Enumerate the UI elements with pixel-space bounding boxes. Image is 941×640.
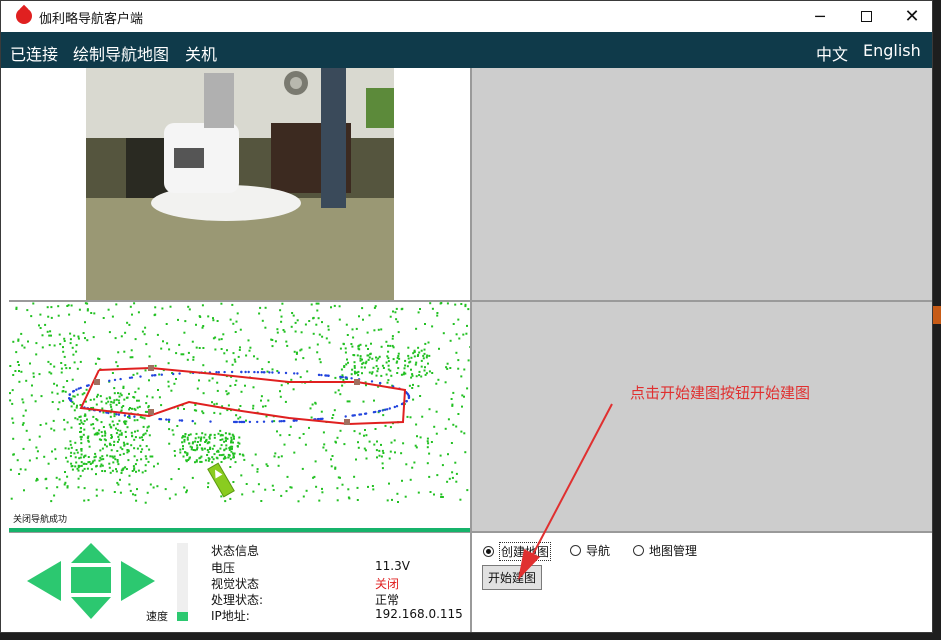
arrow-right-button[interactable] [121, 561, 155, 601]
title-bar: 伽利略导航客户端 ─ ✕ [1, 1, 932, 32]
direction-pad [27, 543, 155, 619]
processing-value: 正常 [375, 593, 400, 607]
radio-dot [483, 546, 494, 557]
bottom-right-pane: 点击开始建图按钮开始建图 [472, 302, 932, 531]
voltage-value: 11.3V [375, 559, 410, 573]
desktop-background [0, 633, 941, 640]
status-title: 状态信息 [211, 544, 260, 558]
radio-dot [633, 545, 644, 556]
arrow-left-button[interactable] [27, 561, 61, 601]
arrow-down-button[interactable] [71, 597, 111, 619]
camera-pane [9, 68, 470, 300]
camera-feed-image [86, 68, 394, 300]
ip-label: IP地址: [211, 609, 250, 623]
vision-label: 视觉状态 [211, 577, 260, 591]
maximize-button[interactable] [843, 1, 889, 32]
speed-gauge[interactable] [177, 543, 188, 621]
voltage-label: 电压 [211, 561, 236, 575]
menu-draw-map[interactable]: 绘制导航地图 [73, 41, 169, 65]
slam-map-canvas [9, 302, 470, 504]
radio-map-manage[interactable]: 地图管理 [633, 542, 697, 559]
app-window: 伽利略导航客户端 ─ ✕ 已连接 绘制导航地图 关机 中文 English 关闭… [0, 0, 933, 633]
status-row-vision: 视觉状态 关闭 [211, 575, 471, 591]
desktop-background-accent [933, 306, 941, 324]
close-icon: ✕ [904, 6, 920, 27]
radio-create-map-label: 创建地图 [499, 542, 552, 561]
minimize-icon: ─ [815, 7, 825, 26]
map-status-bar [9, 528, 470, 532]
close-button[interactable]: ✕ [889, 1, 932, 32]
menu-shutdown[interactable]: 关机 [185, 41, 217, 65]
start-mapping-button[interactable]: 开始建图 [482, 565, 542, 590]
vision-value: 关闭 [375, 577, 400, 591]
map-pane: 关闭导航成功 [9, 302, 470, 529]
radio-navigate[interactable]: 导航 [570, 542, 610, 559]
minimize-button[interactable]: ─ [797, 1, 843, 32]
radio-navigate-label: 导航 [586, 544, 611, 558]
status-row-processing: 处理状态: 正常 [211, 591, 471, 607]
desktop-background [933, 0, 941, 640]
lang-chinese[interactable]: 中文 [816, 41, 848, 65]
ip-value: 192.168.0.115 [375, 607, 463, 621]
speed-label: 速度 [146, 610, 168, 623]
divider [9, 300, 932, 302]
speed-gauge-fill [177, 611, 188, 621]
processing-label: 处理状态: [211, 593, 264, 607]
control-panel: 速度 状态信息 电压 11.3V 视觉状态 关闭 处理状态: 正常 IP地址: … [9, 533, 471, 632]
menu-bar: 已连接 绘制导航地图 关机 中文 English [1, 32, 932, 68]
navigation-status-message: 关闭导航成功 [13, 515, 68, 525]
arrow-up-button[interactable] [71, 543, 111, 563]
top-right-pane [472, 68, 932, 300]
dpad-center [71, 567, 111, 593]
status-row-voltage: 电压 11.3V [211, 559, 471, 575]
menu-connected[interactable]: 已连接 [10, 41, 58, 65]
radio-dot [570, 545, 581, 556]
app-logo-icon [16, 8, 32, 24]
annotation-text: 点击开始建图按钮开始建图 [630, 384, 811, 402]
radio-map-manage-label: 地图管理 [649, 544, 698, 558]
maximize-icon [860, 11, 872, 22]
lang-english[interactable]: English [863, 41, 921, 60]
mode-panel: 创建地图 导航 地图管理 开始建图 [472, 533, 932, 632]
status-row-ip: IP地址: 192.168.0.115 [211, 607, 471, 623]
radio-create-map[interactable]: 创建地图 [483, 542, 552, 561]
window-title: 伽利略导航客户端 [39, 12, 144, 27]
